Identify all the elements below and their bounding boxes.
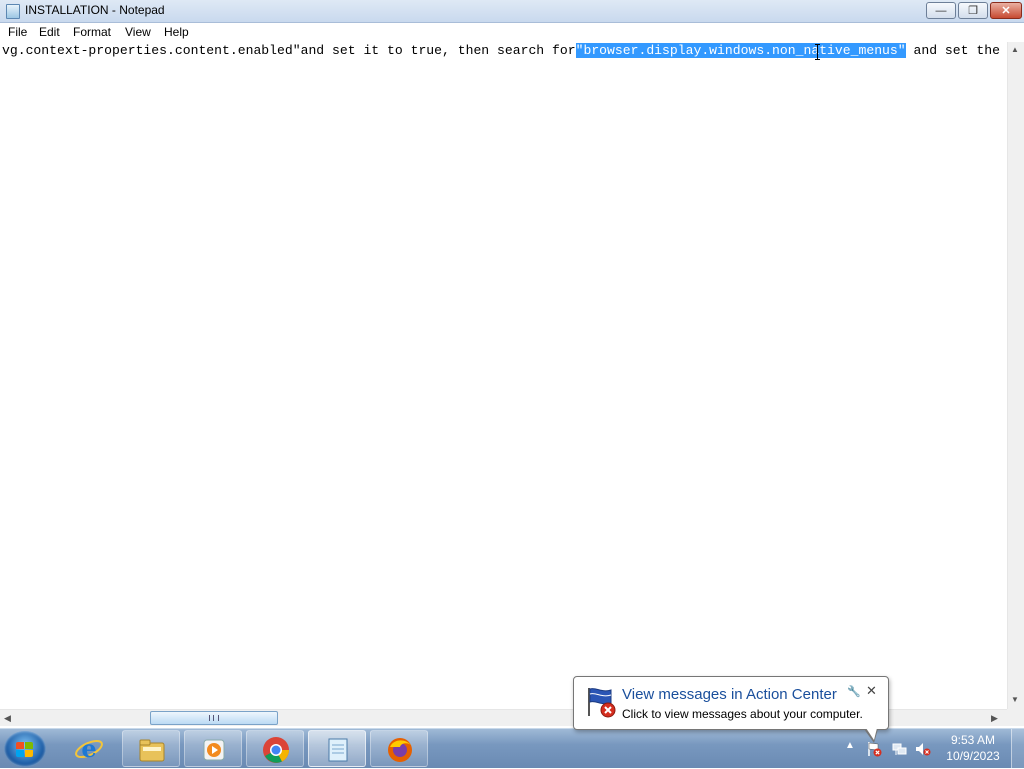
text-after-selection: and set the (905, 43, 1000, 58)
action-center-icon[interactable] (866, 741, 882, 757)
close-button[interactable]: ✕ (990, 2, 1022, 19)
notepad-icon (328, 738, 348, 762)
scroll-up-arrow[interactable]: ▲ (1011, 45, 1019, 54)
notification-title[interactable]: View messages in Action Center (622, 686, 837, 703)
balloon-tail (864, 728, 878, 743)
notification-close-button[interactable]: ✕ (866, 683, 877, 699)
media-player-icon (203, 739, 225, 761)
selected-text: "browser.display.windows.non_native_menu… (575, 43, 906, 58)
taskbar-google-chrome[interactable] (246, 730, 304, 767)
clock[interactable]: 9:53 AM 10/9/2023 (938, 732, 1008, 764)
minimize-icon: — (935, 4, 947, 17)
grip-icon (209, 715, 219, 721)
maximize-button[interactable]: ❐ (958, 2, 988, 19)
scroll-right-arrow[interactable]: ▶ (991, 713, 998, 724)
size-grip (1007, 709, 1024, 726)
menu-bar: File Edit Format View Help (0, 23, 1024, 43)
svg-text:e: e (81, 734, 96, 763)
text-line: vg.context-properties.content.enabled"an… (2, 43, 1000, 59)
notepad-icon (6, 4, 20, 19)
menu-help[interactable]: Help (162, 25, 191, 39)
text-before-selection: vg.context-properties.content.enabled"an… (2, 43, 576, 58)
windows-logo-icon (16, 742, 34, 757)
title-bar[interactable]: INSTALLATION - Notepad — ❐ ✕ (0, 0, 1024, 23)
menu-file[interactable]: File (6, 25, 29, 39)
text-editor[interactable]: vg.context-properties.content.enabled"an… (0, 42, 1007, 709)
menu-edit[interactable]: Edit (37, 25, 62, 39)
horizontal-scroll-thumb[interactable] (150, 711, 278, 725)
notification-text: Click to view messages about your comput… (622, 707, 863, 721)
menu-format[interactable]: Format (71, 25, 113, 39)
volume-muted-icon[interactable] (915, 741, 931, 757)
taskbar-notepad[interactable] (308, 730, 366, 767)
folder-icon (139, 739, 165, 762)
menu-view[interactable]: View (123, 25, 153, 39)
clock-time: 9:53 AM (950, 733, 996, 747)
taskbar-internet-explorer[interactable]: e (60, 730, 118, 767)
notification-options-icon[interactable]: 🔧 (847, 685, 861, 698)
minimize-button[interactable]: — (926, 2, 956, 19)
show-hidden-icons-icon[interactable]: ▲ (845, 740, 861, 756)
vertical-scrollbar[interactable]: ▲ ▼ (1007, 42, 1024, 709)
start-button[interactable] (4, 731, 46, 767)
close-icon: ✕ (1001, 5, 1011, 17)
scroll-left-arrow[interactable]: ◀ (4, 713, 11, 724)
chrome-icon (263, 737, 289, 763)
show-desktop-button[interactable] (1011, 729, 1024, 769)
taskbar-media-player[interactable] (184, 730, 242, 767)
action-center-flag-icon (588, 688, 616, 718)
action-center-notification[interactable]: View messages in Action Center Click to … (573, 676, 889, 743)
text-cursor-icon (815, 44, 821, 60)
network-icon[interactable] (891, 741, 907, 757)
taskbar-firefox[interactable] (370, 730, 428, 767)
firefox-icon (388, 738, 412, 762)
restore-icon: ❐ (968, 5, 978, 17)
scroll-down-arrow[interactable]: ▼ (1011, 695, 1019, 704)
taskbar-windows-explorer[interactable] (122, 730, 180, 767)
window-title: INSTALLATION - Notepad (25, 3, 165, 17)
internet-explorer-icon: e (75, 734, 103, 763)
clock-date: 10/9/2023 (946, 749, 1000, 763)
